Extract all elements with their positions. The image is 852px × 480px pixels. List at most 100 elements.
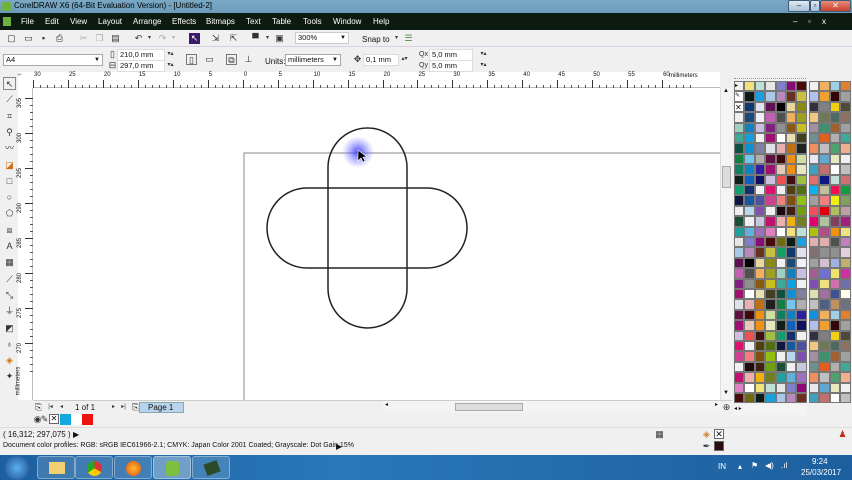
palette-swatch[interactable] [765, 257, 776, 269]
dup-y-spinner[interactable]: ▾▴ [478, 60, 489, 71]
palette-swatch[interactable] [819, 216, 830, 227]
palette-swatch[interactable] [819, 153, 830, 165]
palette-swatch[interactable] [819, 309, 830, 321]
shape-tool-icon[interactable]: ⟋ [3, 93, 16, 106]
page-tab[interactable]: Page 1 [139, 402, 184, 413]
palette-swatch[interactable] [829, 289, 841, 300]
palette-swatch[interactable] [840, 257, 851, 269]
palette-swatch[interactable] [765, 174, 776, 185]
palette-swatch[interactable] [754, 393, 766, 404]
navigator-zoom-icon[interactable]: ⊕ [721, 402, 732, 413]
language-indicator[interactable]: IN [718, 462, 726, 471]
palette-swatch[interactable] [734, 299, 745, 310]
snap-dropdown-icon[interactable]: ▾ [391, 33, 402, 44]
palette-swatch[interactable] [786, 133, 797, 144]
palette-swatch[interactable] [765, 247, 776, 258]
palette-swatch[interactable] [796, 361, 807, 373]
palette-swatch[interactable] [796, 309, 807, 321]
palette-swatch[interactable] [786, 278, 797, 289]
palette-swatch[interactable] [796, 205, 807, 217]
fill-tool-icon[interactable]: ◈ [3, 354, 16, 367]
table-tool-icon[interactable]: ▦ [3, 256, 16, 269]
palette-swatch[interactable] [775, 122, 786, 133]
palette-flyout-button[interactable]: ▸ [734, 81, 745, 92]
palette-swatch[interactable] [765, 351, 776, 362]
palette-swatch[interactable] [775, 143, 786, 154]
palette-swatch[interactable] [840, 216, 851, 227]
palette-swatch[interactable] [734, 351, 745, 362]
palette-swatch[interactable] [829, 205, 841, 217]
palette-swatch[interactable] [819, 143, 830, 154]
document-palette-swatch[interactable] [82, 414, 93, 425]
nudge-spinner[interactable]: ▴▾ [399, 54, 410, 65]
scroll-up-arrow[interactable]: ▲ [723, 88, 729, 94]
maximize-button[interactable]: ▫ [810, 0, 820, 12]
palette-swatch[interactable] [734, 195, 745, 206]
palette-swatch[interactable] [819, 101, 830, 113]
palette-swatch[interactable] [796, 216, 807, 227]
palette-swatch[interactable] [744, 143, 755, 154]
palette-swatch[interactable] [765, 278, 776, 289]
palette-swatch[interactable] [786, 341, 797, 352]
height-spinner[interactable]: ▾▴ [165, 60, 176, 71]
horizontal-rounded-rectangle[interactable] [266, 187, 468, 269]
palette-swatch[interactable] [754, 289, 766, 300]
palette-swatch[interactable] [786, 351, 797, 362]
palette-swatch[interactable] [796, 91, 807, 102]
palette-swatch[interactable] [734, 205, 745, 217]
no-fill-swatch[interactable]: ✕ [734, 101, 745, 113]
palette-swatch[interactable] [744, 205, 755, 217]
palette-swatch[interactable] [744, 216, 755, 227]
palette-swatch[interactable] [819, 330, 830, 341]
palette-swatch[interactable] [765, 195, 776, 206]
palette-swatch[interactable] [840, 153, 851, 165]
document-color-profiles[interactable]: Document color profiles: RGB: sRGB IEC61… [3, 442, 354, 449]
palette-swatch[interactable] [734, 164, 745, 175]
palette-swatch[interactable] [754, 372, 766, 383]
menu-table[interactable]: Table [272, 17, 291, 26]
palette-swatch[interactable] [829, 112, 841, 123]
open-icon[interactable]: ▭ [23, 33, 34, 44]
palette-swatch[interactable] [840, 91, 851, 102]
palette-swatch[interactable] [786, 299, 797, 310]
palette-swatch[interactable] [809, 226, 820, 237]
palette-swatch[interactable] [809, 122, 820, 133]
palette-swatch[interactable] [744, 393, 755, 404]
palette-swatch[interactable] [734, 393, 745, 404]
palette-swatch[interactable] [829, 101, 841, 113]
palette-swatch[interactable] [786, 382, 797, 393]
palette-swatch[interactable] [819, 195, 830, 206]
action-center-icon[interactable]: ⚑ [751, 461, 758, 470]
palette-swatch[interactable] [775, 268, 786, 279]
palette-swatch[interactable] [765, 101, 776, 113]
palette-swatch[interactable] [796, 133, 807, 144]
palette-swatch[interactable] [744, 122, 755, 133]
palette-swatch[interactable] [786, 153, 797, 165]
menu-bitmaps[interactable]: Bitmaps [206, 17, 235, 26]
minimize-button[interactable]: – [788, 0, 810, 12]
palette-swatch[interactable] [819, 133, 830, 144]
eyedropper-tool-icon[interactable]: ♁ [3, 338, 16, 351]
palette-swatch[interactable] [829, 247, 841, 258]
palette-swatch[interactable] [754, 153, 766, 165]
palette-swatch[interactable] [840, 226, 851, 237]
palette-swatch[interactable] [786, 101, 797, 113]
palette-swatch[interactable] [754, 382, 766, 393]
palette-swatch[interactable] [786, 330, 797, 341]
fill-bucket-icon[interactable]: ◈ [701, 429, 712, 440]
palette-swatch[interactable] [734, 226, 745, 237]
palette-swatch[interactable] [744, 299, 755, 310]
palette-swatch[interactable] [775, 205, 786, 217]
palette-swatch[interactable] [796, 330, 807, 341]
palette-swatch[interactable] [796, 164, 807, 175]
palette-swatch[interactable] [744, 133, 755, 144]
palette-swatch[interactable] [796, 382, 807, 393]
palette-swatch[interactable] [786, 257, 797, 269]
palette-swatch[interactable] [734, 143, 745, 154]
palette-swatch[interactable] [754, 330, 766, 341]
palette-swatch[interactable] [744, 91, 755, 102]
palette-swatch[interactable] [796, 268, 807, 279]
palette-swatch[interactable] [786, 143, 797, 154]
palette-swatch[interactable] [754, 226, 766, 237]
palette-swatch[interactable] [734, 382, 745, 393]
